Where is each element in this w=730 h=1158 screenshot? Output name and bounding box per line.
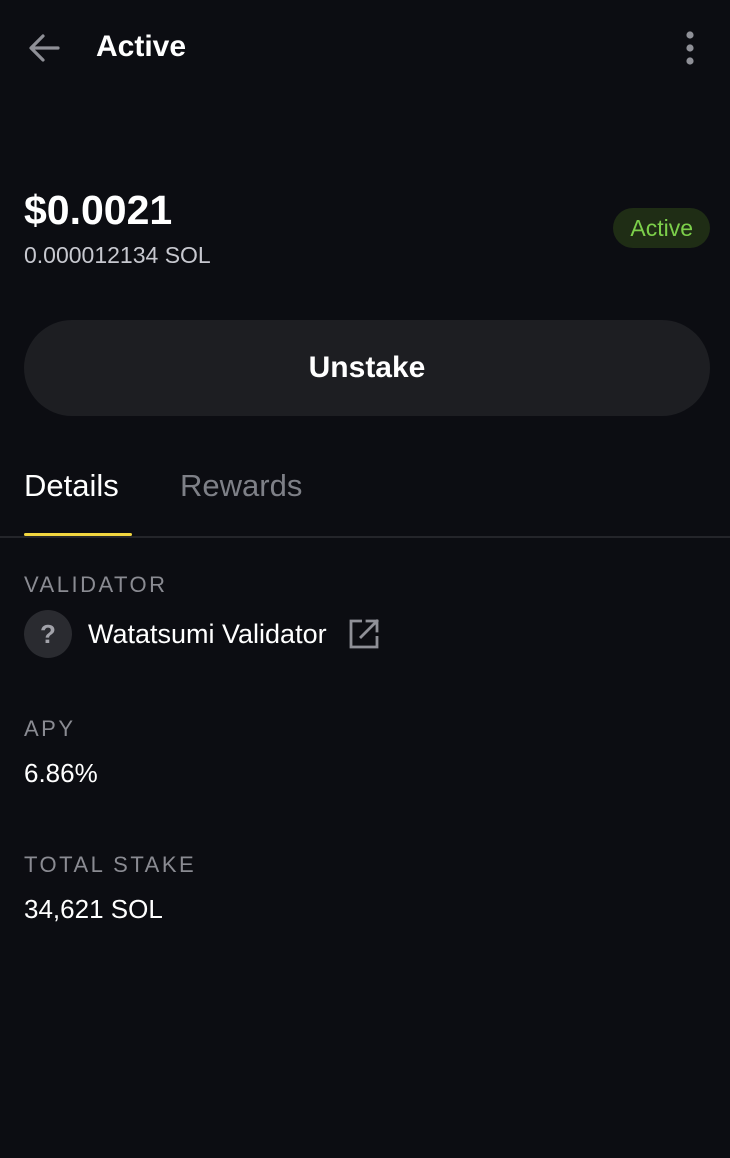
page-title: Active [96,30,187,63]
tab-details[interactable]: Details [24,466,119,506]
balance-usd: $0.0021 [24,187,173,233]
apy-value: 6.86% [24,758,98,788]
more-vertical-icon [686,31,694,65]
unstake-button[interactable]: Unstake [24,320,710,416]
total-stake-value: 34,621 SOL [24,894,163,924]
balance-sol: 0.000012134 SOL [24,242,211,268]
tab-bar: Details Rewards [0,440,730,538]
validator-row: ? Watatsumi Validator [24,610,381,658]
tab-active-indicator [24,533,132,536]
validator-avatar: ? [24,610,72,658]
apy-label: APY [24,716,76,741]
total-stake-label: TOTAL STAKE [24,852,197,877]
validator-label: VALIDATOR [24,572,168,597]
back-button[interactable] [22,26,66,70]
tab-rewards[interactable]: Rewards [180,466,302,506]
validator-name: Watatsumi Validator [88,619,327,649]
more-options-button[interactable] [670,26,710,70]
stake-detail-screen: Active $0.0021 0.000012134 SOL Active Un… [0,0,730,1158]
external-link-button[interactable] [347,617,381,651]
status-badge: Active [613,208,710,248]
header: Active [0,0,730,96]
arrow-left-icon [29,34,60,62]
external-link-icon [349,619,379,649]
